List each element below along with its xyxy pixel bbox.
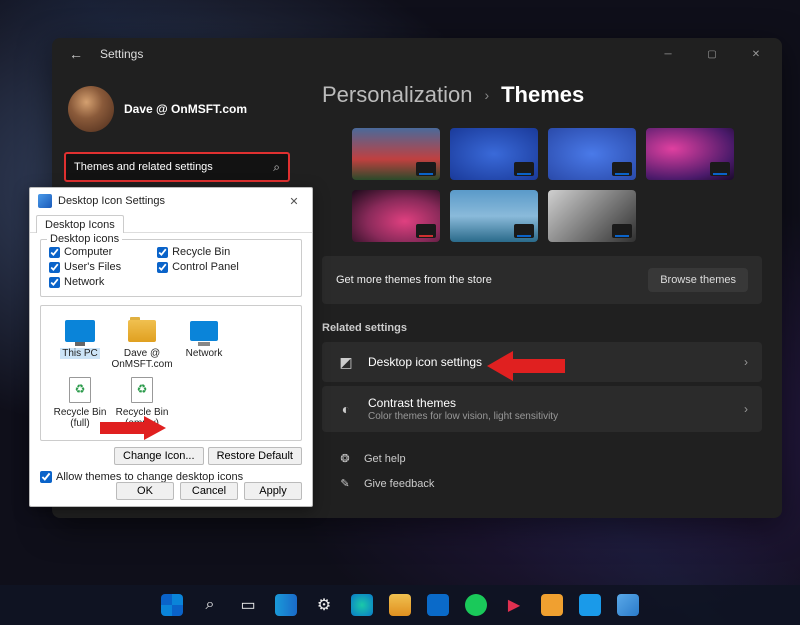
get-help-link[interactable]: ❂ Get help	[322, 446, 762, 471]
window-title: Settings	[100, 47, 143, 61]
widgets-icon	[275, 594, 297, 616]
taskbar-app[interactable]	[610, 587, 646, 623]
user-profile[interactable]: Dave @ OnMSFT.com	[64, 86, 290, 132]
theme-thumbnail[interactable]	[450, 128, 538, 180]
twitter-icon	[579, 594, 601, 616]
dialog-footer: OK Cancel Apply	[116, 482, 302, 500]
restore-default-button[interactable]: Restore Default	[208, 447, 302, 465]
app-icon	[617, 594, 639, 616]
edge-icon	[351, 594, 373, 616]
taskview-icon: ▭	[240, 595, 255, 615]
check-network[interactable]: Network	[49, 276, 121, 288]
chevron-right-icon: ›	[744, 402, 748, 416]
chevron-right-icon: ›	[744, 355, 748, 369]
icon-network[interactable]: Network	[173, 314, 235, 373]
theme-thumbnail[interactable]	[450, 190, 538, 242]
search-input[interactable]	[74, 161, 273, 173]
tab-desktop-icons[interactable]: Desktop Icons	[36, 215, 124, 233]
dialog-titlebar: Desktop Icon Settings ✕	[30, 188, 312, 214]
play-icon: ▶	[508, 595, 520, 615]
contrast-icon: ◐	[336, 399, 356, 419]
avatar	[68, 86, 114, 132]
feedback-icon: ✎	[336, 477, 354, 490]
search-icon: ⌕	[206, 596, 215, 614]
theme-thumbnail[interactable]	[646, 128, 734, 180]
desktop-icon-settings-dialog: Desktop Icon Settings ✕ Desktop Icons De…	[29, 187, 313, 507]
icon-this-pc[interactable]: This PC	[49, 314, 111, 373]
related-settings-label: Related settings	[322, 322, 762, 334]
breadcrumb: Personalization › Themes	[322, 82, 762, 108]
themes-store-row: Get more themes from the store Browse th…	[322, 256, 762, 304]
user-name: Dave @ OnMSFT.com	[124, 102, 247, 116]
dialog-title: Desktop Icon Settings	[58, 195, 165, 207]
taskbar-app[interactable]: ▶	[496, 587, 532, 623]
taskbar-spotify[interactable]	[458, 587, 494, 623]
taskbar-settings[interactable]: ⚙	[306, 587, 342, 623]
search-icon: ⌕	[273, 160, 280, 175]
taskbar-widgets[interactable]	[268, 587, 304, 623]
icon-user-folder[interactable]: Dave @ OnMSFT.com	[111, 314, 173, 373]
taskbar-edge[interactable]	[344, 587, 380, 623]
gear-icon: ⚙	[317, 595, 331, 615]
back-button[interactable]: ←	[68, 46, 84, 62]
annotation-arrow	[100, 414, 166, 442]
dialog-icon	[38, 194, 52, 208]
icon-preview-grid: This PC Dave @ OnMSFT.com Network Recycl…	[40, 305, 302, 441]
close-button[interactable]: ✕	[734, 40, 778, 68]
row-title: Contrast themes	[368, 396, 558, 410]
theme-thumbnail[interactable]	[352, 128, 440, 180]
spotify-icon	[465, 594, 487, 616]
folder-icon	[389, 594, 411, 616]
link-label: Give feedback	[364, 478, 434, 490]
mail-icon	[427, 594, 449, 616]
check-recycle-bin[interactable]: Recycle Bin	[157, 246, 239, 258]
taskbar-taskview[interactable]: ▭	[230, 587, 266, 623]
help-icon: ❂	[336, 452, 354, 465]
store-label: Get more themes from the store	[336, 274, 492, 286]
breadcrumb-parent[interactable]: Personalization	[322, 82, 472, 108]
change-icon-button[interactable]: Change Icon...	[114, 447, 204, 465]
breadcrumb-current: Themes	[501, 82, 584, 108]
taskbar-mail[interactable]	[420, 587, 456, 623]
group-label: Desktop icons	[47, 233, 122, 245]
contrast-themes-row[interactable]: ◐ Contrast themes Color themes for low v…	[322, 386, 762, 432]
check-control-panel[interactable]: Control Panel	[157, 261, 239, 273]
link-label: Get help	[364, 453, 406, 465]
theme-thumbnail[interactable]	[548, 190, 636, 242]
dialog-close-button[interactable]: ✕	[280, 192, 308, 210]
desktop-icon-settings-icon: ◩	[336, 352, 356, 372]
row-title: Desktop icon settings	[368, 355, 482, 369]
chevron-right-icon: ›	[484, 87, 489, 103]
windows-icon	[161, 594, 183, 616]
start-button[interactable]	[154, 587, 190, 623]
minimize-button[interactable]: ─	[646, 40, 690, 68]
taskbar-app[interactable]	[534, 587, 570, 623]
window-titlebar: ← Settings ─ ▢ ✕	[52, 38, 782, 70]
ok-button[interactable]: OK	[116, 482, 174, 500]
theme-thumbnail[interactable]	[352, 190, 440, 242]
row-subtitle: Color themes for low vision, light sensi…	[368, 411, 558, 422]
check-users-files[interactable]: User's Files	[49, 261, 121, 273]
taskbar-search[interactable]: ⌕	[192, 587, 228, 623]
dialog-tabs: Desktop Icons	[30, 214, 312, 233]
desktop-icons-group: Desktop icons Computer User's Files Netw…	[40, 239, 302, 297]
apply-button[interactable]: Apply	[244, 482, 302, 500]
cancel-button[interactable]: Cancel	[180, 482, 238, 500]
maximize-button[interactable]: ▢	[690, 40, 734, 68]
themes-grid	[352, 128, 762, 242]
taskbar-twitter[interactable]	[572, 587, 608, 623]
annotation-arrow	[487, 349, 565, 383]
settings-search[interactable]: ⌕	[64, 152, 290, 182]
theme-thumbnail[interactable]	[548, 128, 636, 180]
taskbar: ⌕ ▭ ⚙ ▶	[0, 585, 800, 625]
give-feedback-link[interactable]: ✎ Give feedback	[322, 471, 762, 496]
browse-themes-button[interactable]: Browse themes	[648, 268, 748, 292]
taskbar-explorer[interactable]	[382, 587, 418, 623]
check-computer[interactable]: Computer	[49, 246, 121, 258]
settings-content: Personalization › Themes Get more themes…	[302, 70, 782, 518]
app-icon	[541, 594, 563, 616]
